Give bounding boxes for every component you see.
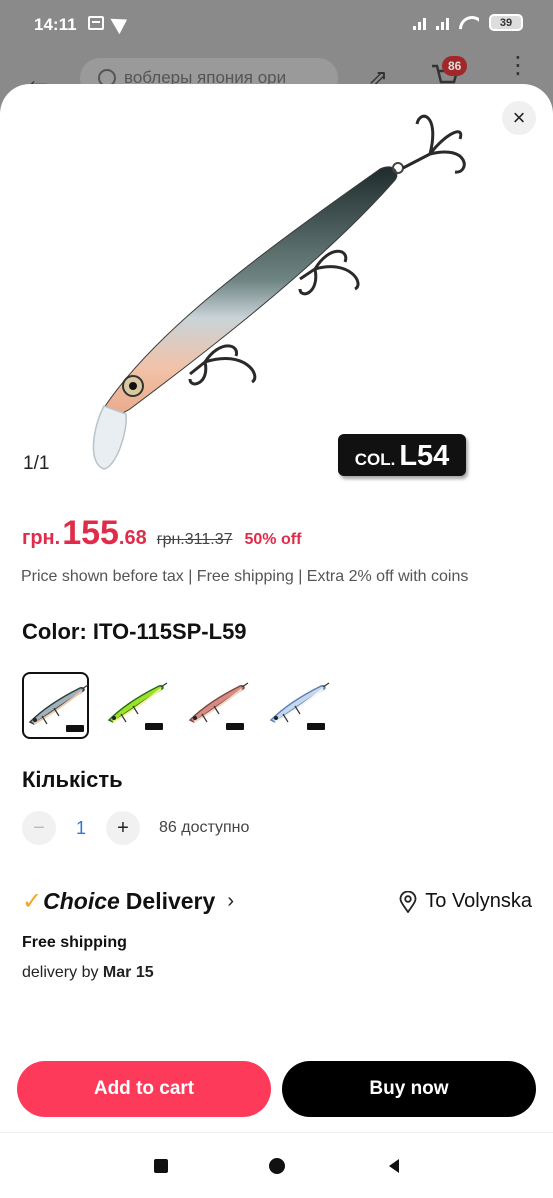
status-time: 14:11	[34, 15, 77, 34]
lure-thumbnail-icon	[269, 682, 330, 730]
lure-thumbnail-icon	[188, 682, 249, 730]
price-integer: 155	[62, 514, 119, 552]
chevron-right-icon: ›	[227, 890, 234, 912]
product-image[interactable]	[0, 84, 553, 494]
signal-icon	[413, 16, 426, 30]
price-decimal: .68	[118, 527, 147, 549]
price-note: Price shown before tax | Free shipping |…	[21, 568, 469, 585]
product-sku-sheet: × 1/1 COL. L54 грн. 155 .68 грн.311.37 5…	[0, 84, 553, 1198]
location-pin-icon	[399, 890, 417, 913]
quantity-title: Кількість	[22, 767, 123, 792]
home-button[interactable]	[269, 1158, 285, 1174]
original-price: грн.311.37	[156, 531, 233, 548]
choice-check-icon: ✓	[22, 888, 43, 915]
available-stock: 86 доступно	[159, 819, 250, 836]
color-swatches	[22, 672, 332, 739]
choice-delivery-link[interactable]: ✓ Choice Delivery ›	[22, 887, 234, 916]
more-icon: ⋮	[506, 52, 530, 79]
close-button[interactable]: ×	[502, 101, 536, 135]
color-swatch-1[interactable]	[22, 672, 89, 739]
free-shipping-label: Free shipping	[22, 934, 127, 951]
color-swatch-4[interactable]	[265, 672, 332, 739]
add-to-cart-button[interactable]: Add to cart	[17, 1061, 271, 1117]
quantity-value[interactable]: 1	[56, 818, 106, 839]
color-code-prefix: COL.	[354, 450, 396, 469]
cart-count-badge: 86	[442, 56, 468, 76]
system-back-button[interactable]	[389, 1159, 399, 1173]
color-code-badge: COL. L54	[338, 434, 466, 476]
lure-thumbnail-icon	[28, 684, 89, 732]
delivery-date-prefix: delivery by	[22, 964, 103, 981]
signal-icon-2	[436, 16, 449, 30]
color-swatch-2[interactable]	[103, 672, 170, 739]
destination-selector[interactable]: To Volynska	[399, 890, 532, 913]
destination-text: To Volynska	[425, 890, 532, 912]
delivery-row: ✓ Choice Delivery › To Volynska	[22, 887, 532, 921]
status-bar: 14:11 39	[0, 0, 553, 50]
quantity-stepper: − 1 + 86 доступно	[22, 811, 249, 845]
battery-icon: 39	[489, 14, 523, 31]
discount-label: 50% off	[244, 531, 302, 548]
system-nav-bar	[0, 1132, 553, 1198]
price-row: грн. 155 .68 грн.311.37 50% off	[22, 514, 301, 553]
delivery-label: Delivery	[125, 888, 216, 914]
image-counter: 1/1	[23, 453, 50, 474]
price-currency: грн.	[22, 527, 61, 549]
color-code-value: L54	[399, 440, 450, 472]
telegram-icon	[110, 11, 132, 35]
notification-icon	[88, 16, 104, 30]
delivery-date: delivery by Mar 15	[22, 964, 154, 982]
quantity-increase-button[interactable]: +	[106, 811, 140, 845]
delivery-date-value: Mar 15	[102, 964, 154, 981]
buy-now-button[interactable]: Buy now	[282, 1061, 536, 1117]
wifi-icon	[459, 16, 479, 30]
color-swatch-3[interactable]	[184, 672, 251, 739]
quantity-decrease-button[interactable]: −	[22, 811, 56, 845]
color-title: Color: ITO-115SP-L59	[22, 619, 247, 644]
recent-apps-button[interactable]	[154, 1159, 168, 1173]
lure-thumbnail-icon	[107, 682, 168, 730]
choice-logo-text: Choice	[43, 888, 120, 914]
fishing-lure-image	[92, 114, 466, 470]
